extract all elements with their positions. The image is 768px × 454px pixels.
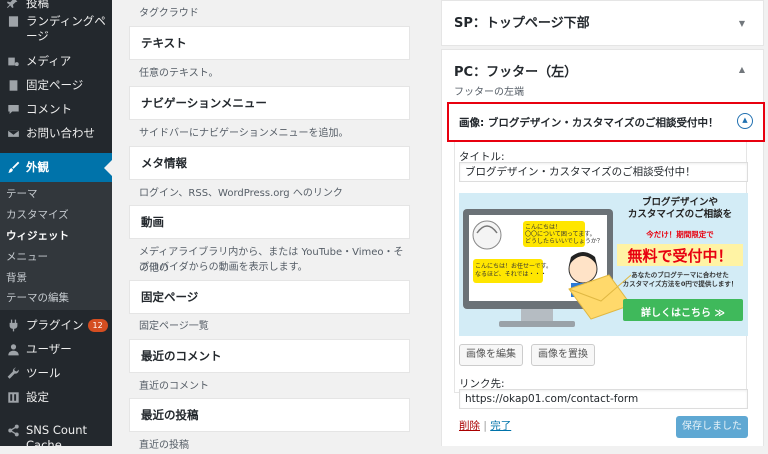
menu-label: 固定ページ [26, 78, 84, 92]
submenu-customize[interactable]: カスタマイズ [6, 207, 69, 222]
menu-label: ツール [26, 366, 61, 380]
menu-comments[interactable]: コメント [0, 102, 112, 117]
widget-title: 画像: ブログデザイン・カスタマイズのご相談受付中！ [459, 117, 719, 129]
speech-bubble-client: こんにちは！ 〇〇について困ってます。 どうしたらいいでしょうか？ [525, 224, 603, 245]
brush-icon [6, 161, 20, 175]
widget-desc: 直近の投稿 [139, 440, 189, 451]
menu-appearance[interactable]: 外観 [0, 153, 112, 182]
widget-video[interactable]: 動画 [129, 205, 410, 239]
widget-desc: サイドバーにナビゲーションメニューを追加。 [139, 128, 349, 139]
edit-image-button[interactable]: 画像を編集 [459, 344, 523, 366]
widget-desc: 任意のテキスト。 [139, 68, 219, 79]
sidebar-title: SP：トップページ下部 [454, 16, 590, 31]
speech-bubble-designer: こんにちは！お任せーです。 なるほど、それでは・・・ [475, 263, 553, 278]
widget-meta[interactable]: メタ情報 [129, 146, 410, 180]
menu-sns-count-cache[interactable]: SNS Count Cache [0, 423, 112, 453]
widget-actions: 削除 | 完了 [459, 418, 511, 433]
mail-icon [6, 126, 20, 140]
title-input[interactable]: ブログデザイン・カスタマイズのご相談受付中！ [459, 162, 748, 182]
menu-label: 外観 [26, 160, 49, 174]
menu-posts[interactable]: 投稿 [0, 0, 112, 11]
share-icon [6, 423, 20, 437]
collapse-widget-icon[interactable]: ▲ [737, 113, 753, 129]
menu-label: コメント [26, 102, 72, 116]
replace-image-button[interactable]: 画像を置換 [531, 344, 595, 366]
menu-tools[interactable]: ツール [0, 366, 112, 381]
widget-image-preview[interactable]: こんにちは！ 〇〇について困ってます。 どうしたらいいでしょうか？ こんにちは！お任… [459, 193, 748, 336]
ad-free-text: 無料で受付中！ [627, 247, 733, 265]
collapse-toggle-icon[interactable]: ▼ [739, 19, 745, 28]
submenu-background[interactable]: 背景 [6, 270, 27, 285]
ad-subtext: あなたのブログテーマに合わせた カスタマイズ方法を0円で提供します！ [622, 271, 738, 288]
menu-settings[interactable]: 設定 [0, 390, 112, 405]
widget-nav-menu[interactable]: ナビゲーションメニュー [129, 86, 410, 120]
menu-label: ユーザー [26, 342, 72, 356]
menu-landing-page[interactable]: ランディングページ [0, 14, 112, 44]
menu-users[interactable]: ユーザー [0, 342, 112, 357]
menu-label: ランディングページ [26, 14, 106, 43]
submenu-themes[interactable]: テーマ [6, 186, 38, 201]
widget-recent-posts[interactable]: 最近の投稿 [129, 398, 410, 432]
widget-desc: 固定ページ一覧 [139, 321, 209, 332]
admin-sidebar: 投稿 ランディングページ メディア 固定ページ コメント お問い合わせ 外観 テ… [0, 0, 112, 452]
widget-recent-comments[interactable]: 最近のコメント [129, 339, 410, 373]
widget-pages[interactable]: 固定ページ [129, 280, 410, 314]
menu-label: メディア [26, 54, 72, 68]
widget-desc: 直近のコメント [139, 381, 209, 392]
delete-link[interactable]: 削除 [459, 420, 480, 432]
widget-desc-tagcloud: タグクラウド [139, 8, 199, 19]
submenu-widgets[interactable]: ウィジェット [6, 228, 69, 243]
submenu-menus[interactable]: メニュー [6, 249, 48, 264]
widget-desc: ログイン、RSS、WordPress.org へのリンク [139, 188, 343, 199]
appearance-submenu: テーマ カスタマイズ ウィジェット メニュー 背景 テーマの編集 [0, 182, 112, 310]
pin-icon [6, 0, 20, 10]
ad-heading: ブログデザインや カスタマイズのご相談を [627, 197, 733, 220]
sidebar-description: フッターの左端 [454, 87, 524, 98]
done-link[interactable]: 完了 [490, 420, 511, 432]
sidebar-sp-top-bottom[interactable]: SP：トップページ下部 ▼ [441, 0, 764, 46]
sidebar-title: PC：フッター（左） [454, 65, 578, 80]
settings-icon [6, 390, 20, 404]
menu-pages[interactable]: 固定ページ [0, 78, 112, 93]
menu-media[interactable]: メディア [0, 54, 112, 69]
saved-button[interactable]: 保存しました [676, 416, 748, 438]
menu-plugins[interactable]: プラグイン 12 [0, 318, 112, 333]
ad-cta: 詳しくはこちら ≫ [641, 308, 725, 319]
current-indicator [104, 160, 112, 176]
user-icon [6, 342, 20, 356]
wrench-icon [6, 366, 20, 380]
menu-contact[interactable]: お問い合わせ [0, 126, 112, 141]
widget-desc-line2: プロバイダからの動画を表示します。 [139, 262, 308, 273]
widget-text[interactable]: テキスト [129, 26, 410, 60]
action-separator: | [483, 420, 487, 432]
menu-label: 投稿 [26, 0, 49, 10]
comment-icon [6, 102, 20, 116]
image-widget-header[interactable]: 画像: ブログデザイン・カスタマイズのご相談受付中！ ▲ [447, 102, 765, 142]
menu-label: SNS Count Cache [26, 423, 88, 452]
menu-label: お問い合わせ [26, 126, 95, 140]
menu-label: プラグイン [26, 318, 84, 332]
page-icon [6, 14, 20, 28]
menu-label: 設定 [26, 390, 49, 404]
update-count-badge: 12 [87, 319, 108, 332]
page-icon [6, 78, 20, 92]
link-url-input[interactable]: https://okap01.com/contact-form [459, 389, 748, 409]
plugin-icon [6, 318, 20, 332]
submenu-theme-editor[interactable]: テーマの編集 [6, 290, 69, 305]
ad-promo: 今だけ！期間限定で [646, 230, 714, 239]
media-icon [6, 54, 20, 68]
collapse-toggle-icon[interactable]: ▲ [739, 65, 745, 74]
